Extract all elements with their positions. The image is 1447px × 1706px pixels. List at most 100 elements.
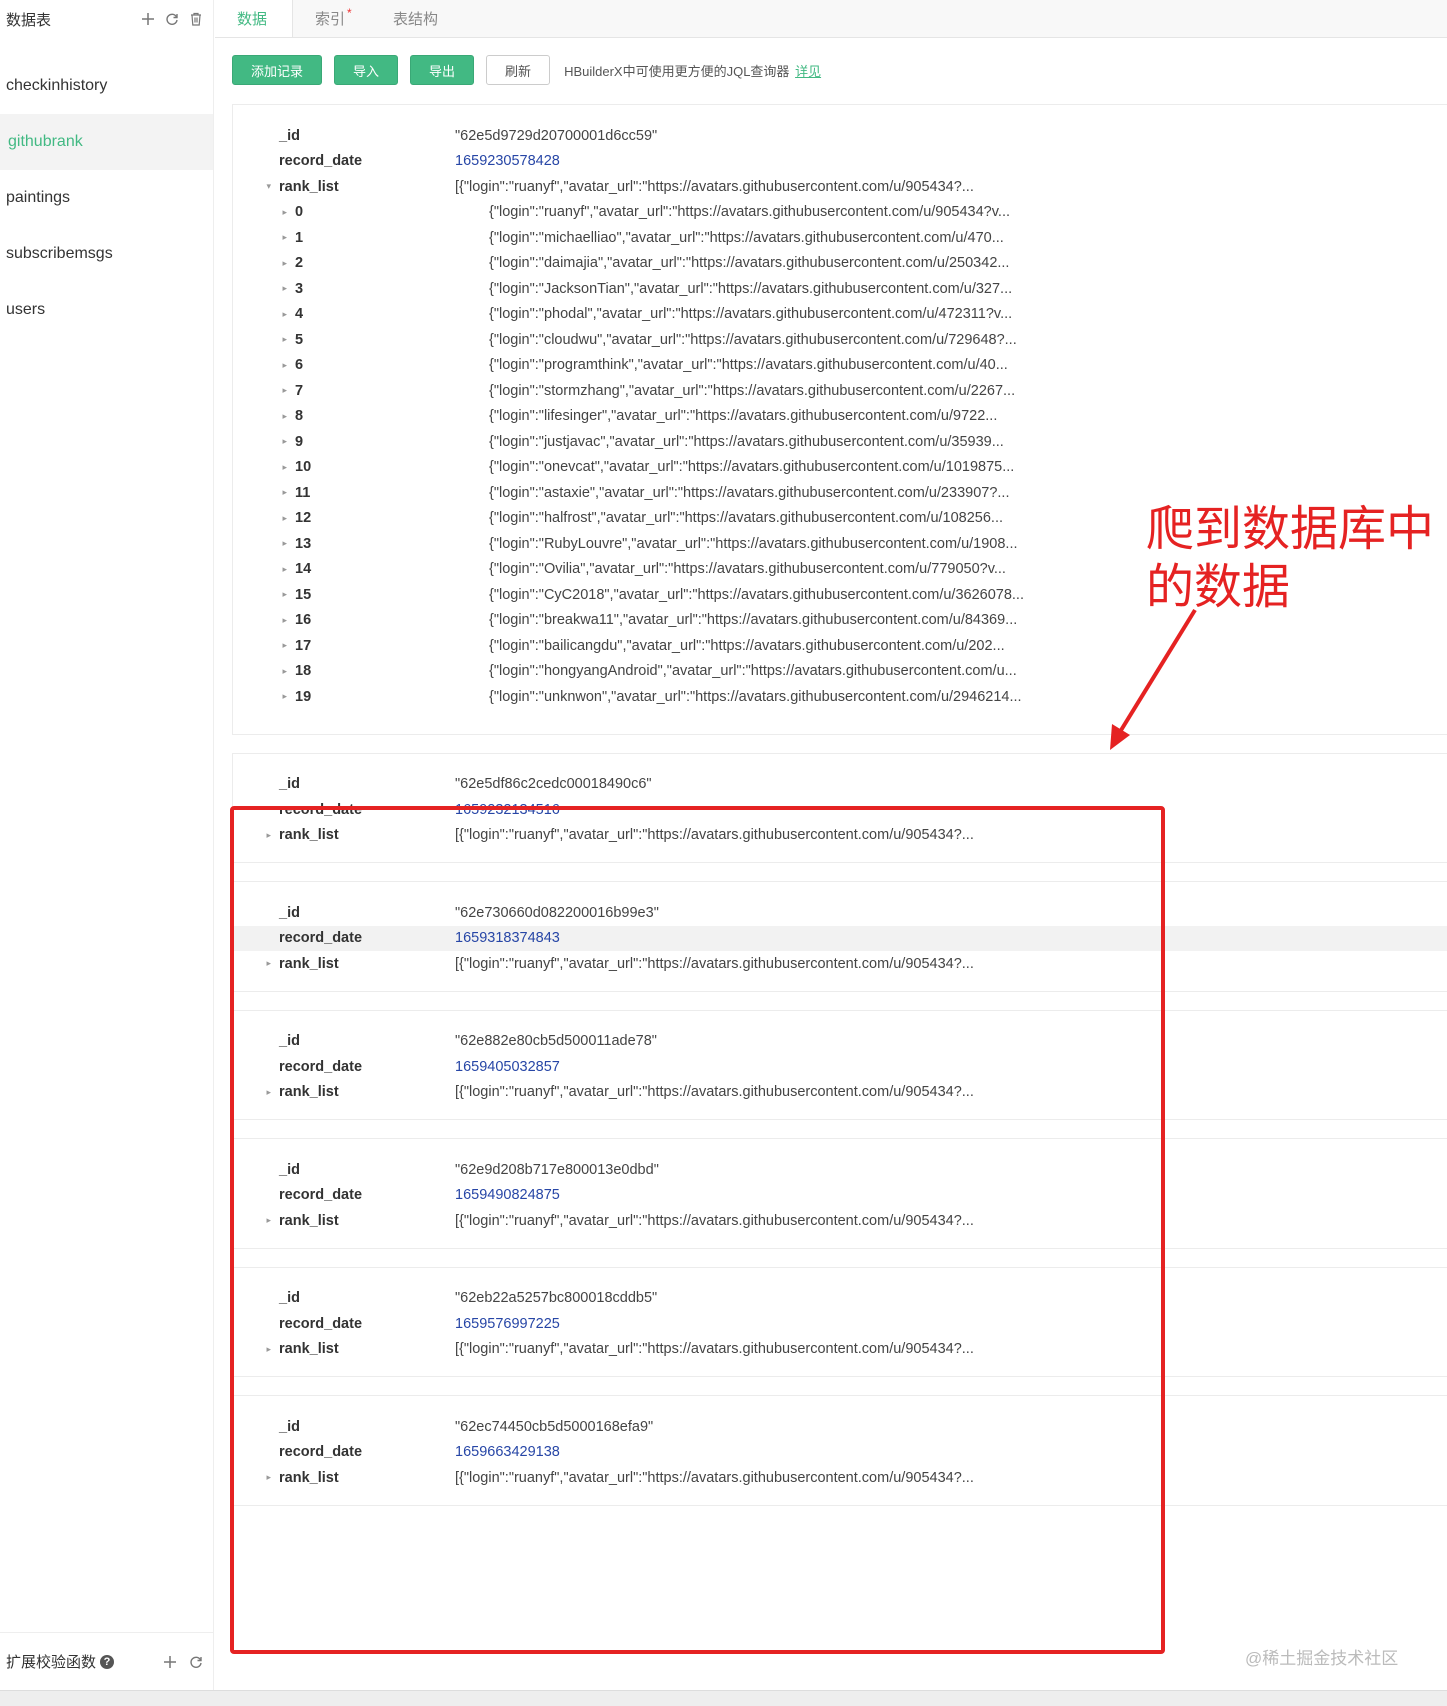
- expand-icon[interactable]: ▸: [233, 385, 295, 396]
- rank-list-item[interactable]: ▸ 10 {"login":"onevcat","avatar_url":"http…: [233, 455, 1447, 481]
- sidebar-item-checkinhistory[interactable]: checkinhistory: [0, 58, 213, 114]
- field-value[interactable]: {"login":"unknwon","avatar_url":"https:/…: [471, 689, 1022, 705]
- expand-icon[interactable]: ▸: [233, 232, 295, 243]
- expand-icon[interactable]: ▸: [233, 360, 295, 371]
- expand-icon[interactable]: ▸: [233, 564, 295, 575]
- expand-icon[interactable]: ▸: [233, 283, 295, 294]
- expand-icon[interactable]: ▸: [233, 1087, 279, 1098]
- sidebar-item-paintings[interactable]: paintings: [0, 170, 213, 226]
- field-value[interactable]: "62eb22a5257bc800018cddb5": [455, 1290, 657, 1306]
- field-value[interactable]: {"login":"onevcat","avatar_url":"https:/…: [471, 459, 1014, 475]
- expand-icon[interactable]: ▸: [233, 334, 295, 345]
- rank-list-item[interactable]: ▸ 19 {"login":"unknwon","avatar_url":"http…: [233, 684, 1447, 710]
- expand-icon[interactable]: ▸: [233, 207, 295, 218]
- field-value[interactable]: "62ec74450cb5d5000168efa9": [455, 1419, 653, 1435]
- add-icon[interactable]: [137, 8, 159, 30]
- import-button[interactable]: 导入: [334, 55, 399, 85]
- rank-list-item[interactable]: ▸ 6 {"login":"programthink","avatar_url":"…: [233, 353, 1447, 379]
- rank-list-item[interactable]: ▸ 5 {"login":"cloudwu","avatar_url":"https…: [233, 327, 1447, 353]
- row-rank-list[interactable]: ▸ rank_list [{"login":"ruanyf","avatar_url…: [233, 1337, 1447, 1363]
- field-value[interactable]: {"login":"hongyangAndroid","avatar_url":…: [471, 663, 1017, 679]
- field-value[interactable]: {"login":"halfrost","avatar_url":"https:…: [471, 510, 1003, 526]
- field-value[interactable]: 1659576997225: [455, 1316, 560, 1332]
- expand-icon[interactable]: ▸: [233, 538, 295, 549]
- field-value[interactable]: [{"login":"ruanyf","avatar_url":"https:/…: [455, 956, 974, 972]
- field-value[interactable]: "62e5df86c2cedc00018490c6": [455, 776, 652, 792]
- field-value[interactable]: {"login":"stormzhang","avatar_url":"http…: [471, 383, 1015, 399]
- row-rank-list[interactable]: ▸ rank_list [{"login":"ruanyf","avatar_url…: [233, 1208, 1447, 1234]
- delete-icon[interactable]: [185, 8, 207, 30]
- export-button[interactable]: 导出: [410, 55, 475, 85]
- rank-list-item[interactable]: ▸ 17 {"login":"bailicangdu","avatar_url":"…: [233, 633, 1447, 659]
- rank-list-item[interactable]: ▸ 18 {"login":"hongyangAndroid","avatar_ur…: [233, 659, 1447, 685]
- row-rank-list[interactable]: ▸ rank_list [{"login":"ruanyf","avatar_url…: [233, 1080, 1447, 1106]
- rank-list-item[interactable]: ▸ 3 {"login":"JacksonTian","avatar_url":"h…: [233, 276, 1447, 302]
- expand-icon[interactable]: ▸: [233, 640, 295, 651]
- sidebar-item-subscribemsgs[interactable]: subscribemsgs: [0, 226, 213, 282]
- details-link[interactable]: 详见: [795, 64, 821, 79]
- expand-icon[interactable]: ▸: [233, 436, 295, 447]
- field-value[interactable]: [{"login":"ruanyf","avatar_url":"https:/…: [455, 1213, 974, 1229]
- field-value[interactable]: 1659232134516: [455, 802, 560, 818]
- refresh-icon[interactable]: [185, 1651, 207, 1673]
- tab-schema[interactable]: 表结构: [371, 0, 467, 37]
- field-value[interactable]: {"login":"daimajia","avatar_url":"https:…: [471, 255, 1009, 271]
- sidebar-item-users[interactable]: users: [0, 282, 213, 338]
- add-icon[interactable]: [159, 1651, 181, 1673]
- field-value[interactable]: [{"login":"ruanyf","avatar_url":"https:/…: [455, 1341, 974, 1357]
- field-value[interactable]: {"login":"Ovilia","avatar_url":"https://…: [471, 561, 1006, 577]
- field-value[interactable]: [{"login":"ruanyf","avatar_url":"https:/…: [455, 179, 974, 195]
- rank-list-item[interactable]: ▸ 9 {"login":"justjavac","avatar_url":"htt…: [233, 429, 1447, 455]
- field-value[interactable]: {"login":"justjavac","avatar_url":"https…: [471, 434, 1004, 450]
- field-value[interactable]: [{"login":"ruanyf","avatar_url":"https:/…: [455, 827, 974, 843]
- field-value[interactable]: {"login":"bailicangdu","avatar_url":"htt…: [471, 638, 1005, 654]
- expand-icon[interactable]: ▸: [233, 487, 295, 498]
- field-value[interactable]: 1659318374843: [455, 930, 560, 946]
- field-value[interactable]: "62e730660d082200016b99e3": [455, 905, 659, 921]
- refresh-button[interactable]: 刷新: [486, 55, 551, 85]
- help-icon[interactable]: ?: [100, 1654, 115, 1669]
- expand-icon[interactable]: ▸: [233, 666, 295, 677]
- tab-data[interactable]: 数据: [215, 0, 293, 37]
- row-rank-list[interactable]: ▸ rank_list [{"login":"ruanyf","avatar_url…: [233, 823, 1447, 849]
- row-rank-list[interactable]: ▸ rank_list [{"login":"ruanyf","avatar_url…: [233, 951, 1447, 977]
- expand-icon[interactable]: ▸: [233, 830, 279, 841]
- expand-icon[interactable]: ▸: [233, 1344, 279, 1355]
- field-value[interactable]: [{"login":"ruanyf","avatar_url":"https:/…: [455, 1084, 974, 1100]
- expand-icon[interactable]: ▸: [233, 309, 295, 320]
- expand-icon[interactable]: ▸: [233, 462, 295, 473]
- field-value[interactable]: {"login":"cloudwu","avatar_url":"https:/…: [471, 332, 1017, 348]
- field-value[interactable]: {"login":"breakwa11","avatar_url":"https…: [471, 612, 1017, 628]
- expand-icon[interactable]: ▸: [233, 691, 295, 702]
- add-record-button[interactable]: 添加记录: [232, 55, 323, 85]
- row-rank-list[interactable]: ▾ rank_list [{"login":"ruanyf","avatar_url…: [233, 174, 1447, 200]
- expand-icon[interactable]: ▸: [233, 1215, 279, 1226]
- field-value[interactable]: "62e882e80cb5d500011ade78": [455, 1033, 657, 1049]
- tab-index[interactable]: 索引 *: [293, 0, 371, 37]
- rank-list-item[interactable]: ▸ 2 {"login":"daimajia","avatar_url":"http…: [233, 251, 1447, 277]
- field-value[interactable]: {"login":"lifesinger","avatar_url":"http…: [471, 408, 997, 424]
- rank-list-item[interactable]: ▸ 8 {"login":"lifesinger","avatar_url":"ht…: [233, 404, 1447, 430]
- sidebar-item-githubrank[interactable]: githubrank: [0, 114, 213, 170]
- refresh-icon[interactable]: [161, 8, 183, 30]
- collapse-icon[interactable]: ▾: [233, 181, 279, 192]
- rank-list-item[interactable]: ▸ 0 {"login":"ruanyf","avatar_url":"https:…: [233, 200, 1447, 226]
- field-value[interactable]: {"login":"CyC2018","avatar_url":"https:/…: [471, 587, 1024, 603]
- field-value[interactable]: "62e5d9729d20700001d6cc59": [455, 128, 657, 144]
- expand-icon[interactable]: ▸: [233, 615, 295, 626]
- rank-list-item[interactable]: ▸ 4 {"login":"phodal","avatar_url":"https:…: [233, 302, 1447, 328]
- field-value[interactable]: 1659405032857: [455, 1059, 560, 1075]
- expand-icon[interactable]: ▸: [233, 1472, 279, 1483]
- expand-icon[interactable]: ▸: [233, 258, 295, 269]
- field-value[interactable]: {"login":"phodal","avatar_url":"https://…: [471, 306, 1012, 322]
- field-value[interactable]: 1659230578428: [455, 153, 560, 169]
- expand-icon[interactable]: ▸: [233, 958, 279, 969]
- field-value[interactable]: {"login":"astaxie","avatar_url":"https:/…: [471, 485, 1009, 501]
- expand-icon[interactable]: ▸: [233, 411, 295, 422]
- row-rank-list[interactable]: ▸ rank_list [{"login":"ruanyf","avatar_url…: [233, 1465, 1447, 1491]
- field-value[interactable]: {"login":"programthink","avatar_url":"ht…: [471, 357, 1008, 373]
- field-value[interactable]: [{"login":"ruanyf","avatar_url":"https:/…: [455, 1470, 974, 1486]
- field-value[interactable]: 1659490824875: [455, 1187, 560, 1203]
- expand-icon[interactable]: ▸: [233, 589, 295, 600]
- expand-icon[interactable]: ▸: [233, 513, 295, 524]
